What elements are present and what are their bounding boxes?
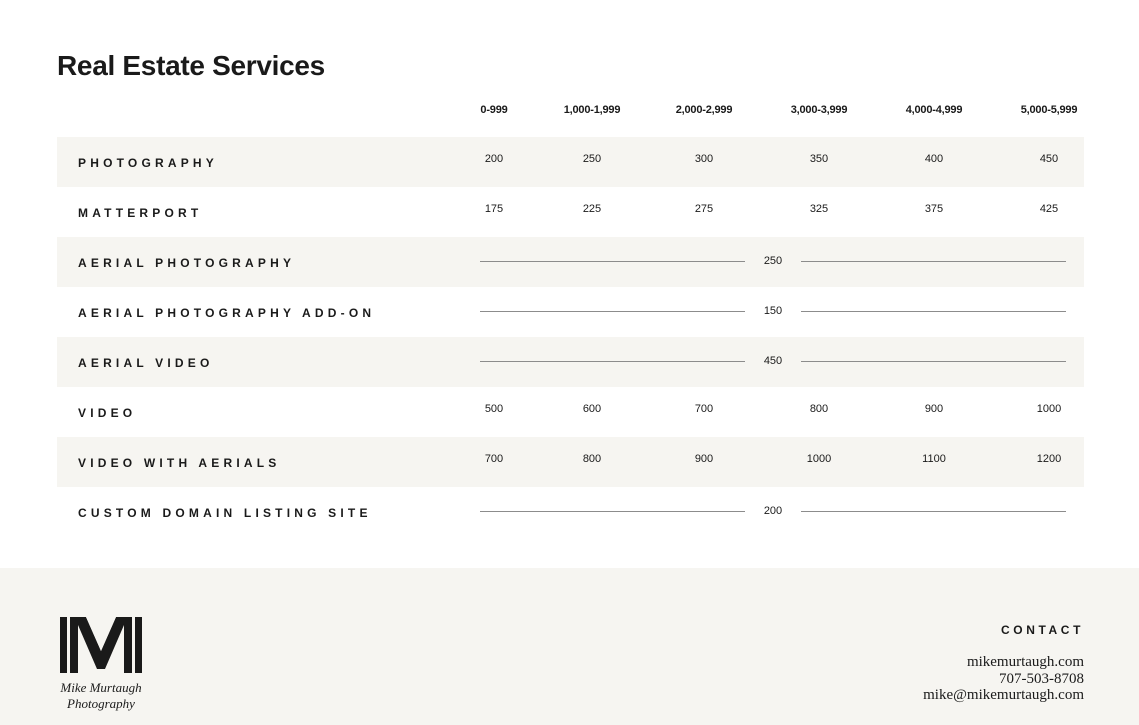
flat-price: 150: [763, 305, 783, 317]
price-cell: 300: [694, 153, 714, 165]
price-cell: 425: [1039, 203, 1059, 215]
price-cell: 900: [694, 453, 714, 465]
table-row: Video with Aerials 700 800 900 1000 1100 1200: [57, 437, 1084, 487]
contact-heading: CONTACT: [1001, 623, 1084, 637]
price-cell: 200: [484, 153, 504, 165]
row-label: Photography: [78, 156, 218, 170]
price-cell: 275: [694, 203, 714, 215]
table-row: Matterport 175 225 275 325 375 425: [57, 187, 1084, 237]
row-label: Aerial Photography Add-On: [78, 306, 376, 320]
column-header: 2,000-2,999: [675, 104, 733, 116]
email-link[interactable]: mike@mikemurtaugh.com: [923, 687, 1084, 704]
column-header: 3,000-3,999: [790, 104, 848, 116]
contact-details: mikemurtaugh.com 707-503-8708 mike@mikem…: [923, 654, 1084, 704]
price-cell: 350: [809, 153, 829, 165]
row-label: Matterport: [78, 206, 203, 220]
price-cell: 1200: [1036, 453, 1062, 465]
price-cell: 325: [809, 203, 829, 215]
column-header: 1,000-1,999: [563, 104, 621, 116]
footer: Mike Murtaugh Photography CONTACT mikemu…: [0, 568, 1139, 725]
table-row: Aerial Video 450: [57, 337, 1084, 387]
price-cell: 800: [809, 403, 829, 415]
row-label: Video: [78, 406, 137, 420]
table-row: Video 500 600 700 800 900 1000: [57, 387, 1084, 437]
flat-price: 250: [763, 255, 783, 267]
logo-wordmark: Mike Murtaugh Photography: [60, 680, 142, 711]
price-cell: 400: [924, 153, 944, 165]
row-label: Aerial Photography: [78, 256, 296, 270]
price-cell: 1000: [1036, 403, 1062, 415]
column-header: 5,000-5,999: [1020, 104, 1078, 116]
logo-icon: [60, 617, 142, 673]
span-line-right: [801, 511, 1066, 512]
flat-price: 200: [763, 505, 783, 517]
phone-number: 707-503-8708: [999, 670, 1084, 687]
row-label: Custom Domain Listing Site: [78, 506, 372, 520]
price-cell: 900: [924, 403, 944, 415]
table-row: Aerial Photography 250: [57, 237, 1084, 287]
row-label: Aerial Video: [78, 356, 214, 370]
span-line-right: [801, 361, 1066, 362]
price-cell: 250: [582, 153, 602, 165]
span-line-right: [801, 311, 1066, 312]
price-cell: 175: [484, 203, 504, 215]
span-line-left: [480, 361, 745, 362]
price-cell: 800: [582, 453, 602, 465]
span-line-right: [801, 261, 1066, 262]
price-cell: 700: [484, 453, 504, 465]
table-row: Custom Domain Listing Site 200: [57, 487, 1084, 537]
price-cell: 225: [582, 203, 602, 215]
flat-price: 450: [763, 355, 783, 367]
column-header: 0-999: [480, 104, 508, 116]
price-cell: 450: [1039, 153, 1059, 165]
price-cell: 1000: [806, 453, 832, 465]
span-line-left: [480, 511, 745, 512]
row-label: Video with Aerials: [78, 456, 281, 470]
column-header: 4,000-4,999: [905, 104, 963, 116]
price-cell: 375: [924, 203, 944, 215]
price-cell: 600: [582, 403, 602, 415]
span-line-left: [480, 261, 745, 262]
price-cell: 700: [694, 403, 714, 415]
page-title: Real Estate Services: [57, 50, 325, 81]
table-row: Photography 200 250 300 350 400 450: [57, 137, 1084, 187]
span-line-left: [480, 311, 745, 312]
price-cell: 1100: [922, 453, 946, 465]
price-cell: 500: [484, 403, 504, 415]
table-row: Aerial Photography Add-On 150: [57, 287, 1084, 337]
website-link[interactable]: mikemurtaugh.com: [923, 654, 1084, 671]
